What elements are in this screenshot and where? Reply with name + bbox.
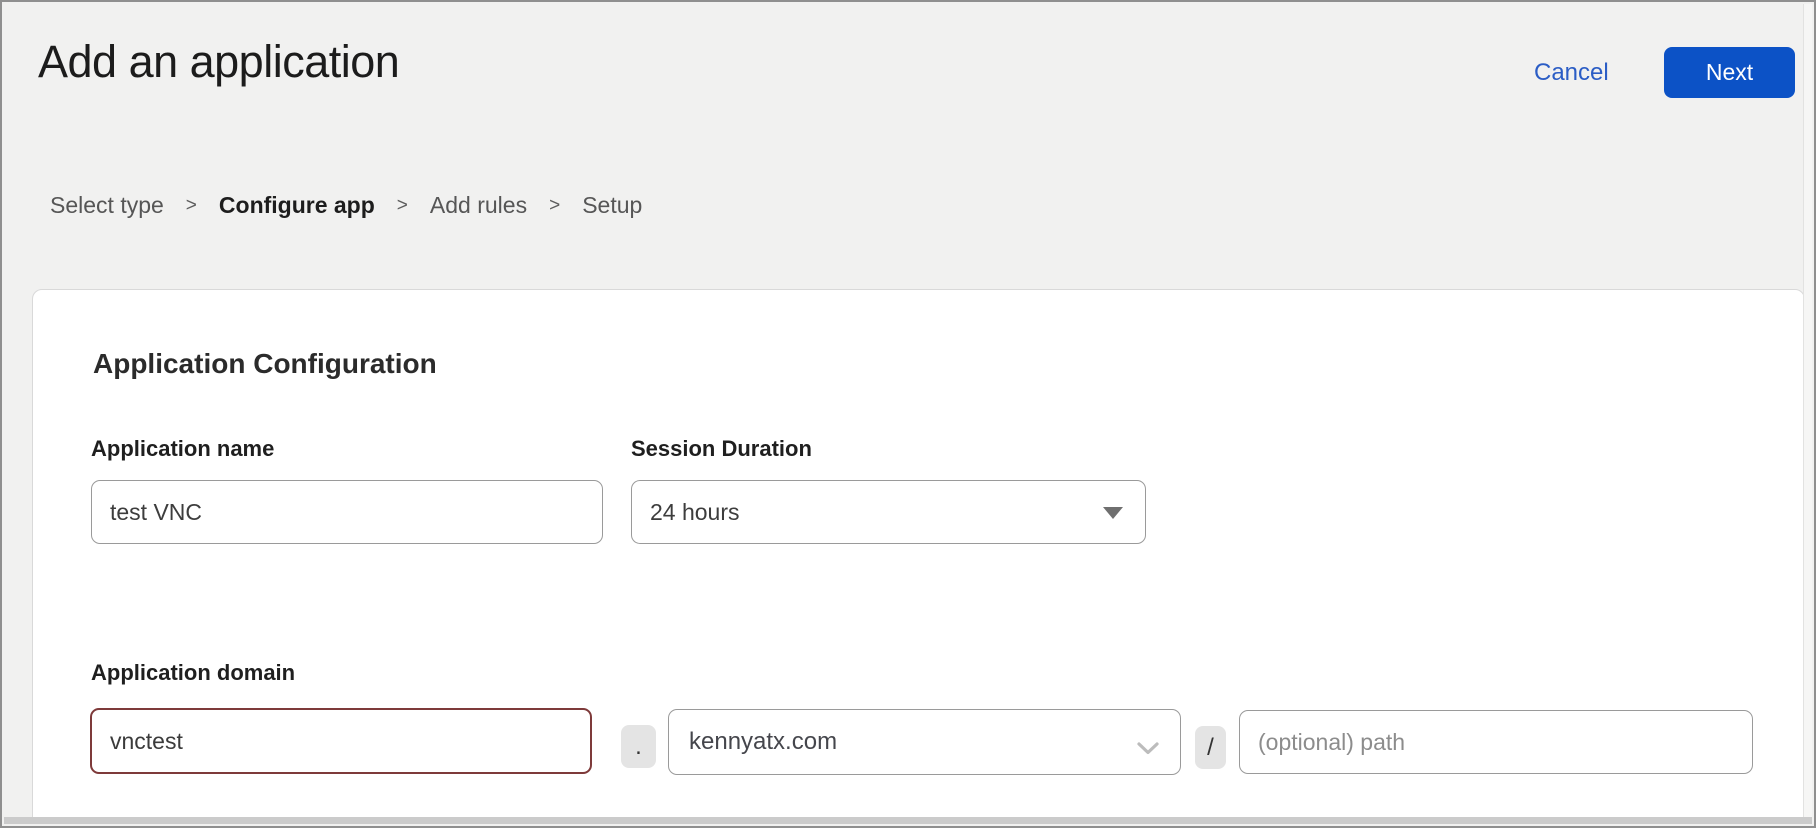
breadcrumb-separator: > bbox=[397, 195, 408, 217]
breadcrumb-step-select-type[interactable]: Select type bbox=[50, 192, 164, 219]
configuration-card: Application Configuration Application na… bbox=[32, 289, 1805, 821]
breadcrumb: Select type > Configure app > Add rules … bbox=[50, 192, 642, 219]
breadcrumb-separator: > bbox=[549, 195, 560, 217]
application-name-label: Application name bbox=[91, 436, 274, 462]
application-name-input[interactable] bbox=[91, 480, 603, 544]
caret-down-icon bbox=[1103, 507, 1123, 519]
cancel-button[interactable]: Cancel bbox=[1534, 59, 1609, 87]
path-input[interactable] bbox=[1239, 710, 1753, 774]
next-button[interactable]: Next bbox=[1664, 47, 1795, 98]
page-title: Add an application bbox=[38, 36, 399, 88]
slash-separator: / bbox=[1195, 726, 1226, 769]
horizontal-scrollbar[interactable] bbox=[4, 817, 1812, 824]
app-window: Add an application Cancel Next Select ty… bbox=[0, 0, 1816, 828]
dot-separator: . bbox=[621, 725, 656, 768]
vertical-scrollbar[interactable] bbox=[1803, 4, 1812, 817]
breadcrumb-separator: > bbox=[186, 195, 197, 217]
breadcrumb-step-add-rules[interactable]: Add rules bbox=[430, 192, 527, 219]
subdomain-input[interactable] bbox=[90, 708, 592, 774]
session-duration-value: 24 hours bbox=[650, 499, 740, 526]
chevron-down-icon bbox=[1136, 735, 1160, 763]
section-title: Application Configuration bbox=[93, 348, 437, 380]
domain-select[interactable]: kennyatx.com bbox=[668, 709, 1181, 775]
breadcrumb-step-configure-app[interactable]: Configure app bbox=[219, 192, 375, 219]
session-duration-select[interactable]: 24 hours bbox=[631, 480, 1146, 544]
domain-select-value: kennyatx.com bbox=[689, 728, 837, 756]
breadcrumb-step-setup[interactable]: Setup bbox=[582, 192, 642, 219]
session-duration-label: Session Duration bbox=[631, 436, 812, 462]
application-domain-label: Application domain bbox=[91, 660, 295, 686]
